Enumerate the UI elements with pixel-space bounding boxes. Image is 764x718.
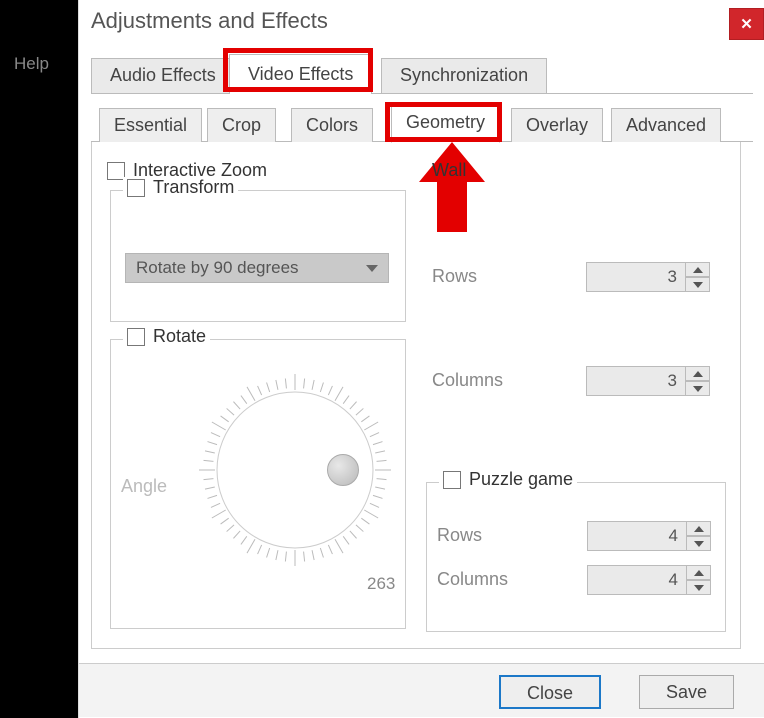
- tab-geometry[interactable]: Geometry: [391, 105, 500, 143]
- sub-tab-bar: Essential Crop Colors Geometry Overlay A…: [91, 104, 753, 142]
- close-icon[interactable]: ✕: [729, 8, 764, 40]
- tab-crop[interactable]: Crop: [207, 108, 276, 142]
- rotate-title: Rotate: [153, 326, 206, 347]
- tab-essential[interactable]: Essential: [99, 108, 202, 142]
- rotate-group: Rotate Angle 263: [110, 339, 406, 629]
- wall-rows-down[interactable]: [686, 277, 710, 292]
- geometry-panel: Interactive Zoom Wall Transform Rotate b…: [91, 142, 741, 649]
- top-tab-bar: Audio Effects Video Effects Synchronizat…: [91, 54, 753, 94]
- rotate-checkbox[interactable]: [127, 328, 145, 346]
- wall-cols-input[interactable]: [586, 366, 686, 396]
- puzzle-group: Puzzle game Rows Columns: [426, 482, 726, 632]
- wall-settings: Rows Columns: [426, 190, 726, 470]
- close-button[interactable]: Close: [499, 675, 601, 709]
- tab-overlay[interactable]: Overlay: [511, 108, 603, 142]
- angle-dial[interactable]: [195, 370, 395, 570]
- puzzle-rows-up[interactable]: [687, 521, 711, 536]
- help-menu[interactable]: Help: [14, 54, 49, 74]
- tab-colors[interactable]: Colors: [291, 108, 373, 142]
- puzzle-cols-input[interactable]: [587, 565, 687, 595]
- transform-title: Transform: [153, 177, 234, 198]
- wall-cols-label: Columns: [432, 370, 503, 391]
- transform-group: Transform Rotate by 90 degrees: [110, 190, 406, 322]
- chevron-down-icon: [366, 265, 378, 272]
- puzzle-title: Puzzle game: [469, 469, 573, 490]
- puzzle-cols-up[interactable]: [687, 565, 711, 580]
- angle-label: Angle: [121, 476, 167, 497]
- tab-advanced[interactable]: Advanced: [611, 108, 721, 142]
- wall-label: Wall: [432, 160, 466, 181]
- wall-rows-input[interactable]: [586, 262, 686, 292]
- tab-video-effects[interactable]: Video Effects: [229, 54, 372, 94]
- dialog-footer: Close Save: [79, 663, 764, 717]
- dial-knob-icon[interactable]: [327, 454, 359, 486]
- transform-dropdown[interactable]: Rotate by 90 degrees: [125, 253, 389, 283]
- wall-cols-down[interactable]: [686, 381, 710, 396]
- tab-synchronization[interactable]: Synchronization: [381, 58, 547, 93]
- wall-rows-up[interactable]: [686, 262, 710, 277]
- angle-value: 263: [367, 574, 395, 594]
- dialog-title: Adjustments and Effects: [91, 0, 328, 42]
- puzzle-cols-down[interactable]: [687, 580, 711, 595]
- puzzle-checkbox[interactable]: [443, 471, 461, 489]
- puzzle-rows-label: Rows: [437, 525, 482, 546]
- save-button[interactable]: Save: [639, 675, 734, 709]
- puzzle-rows-down[interactable]: [687, 536, 711, 551]
- transform-dropdown-value: Rotate by 90 degrees: [136, 258, 299, 278]
- adjustments-effects-dialog: Adjustments and Effects ✕ Audio Effects …: [78, 0, 764, 718]
- transform-checkbox[interactable]: [127, 179, 145, 197]
- tab-audio-effects[interactable]: Audio Effects: [91, 58, 235, 93]
- wall-rows-label: Rows: [432, 266, 477, 287]
- puzzle-cols-label: Columns: [437, 569, 508, 590]
- puzzle-rows-input[interactable]: [587, 521, 687, 551]
- wall-cols-up[interactable]: [686, 366, 710, 381]
